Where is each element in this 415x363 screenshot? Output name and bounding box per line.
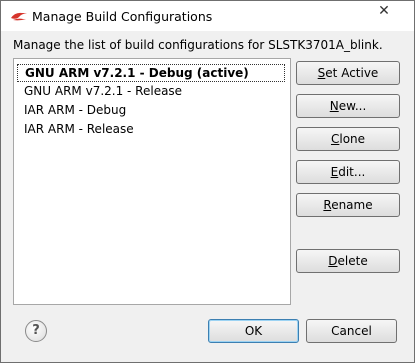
delete-button[interactable]: Delete — [296, 249, 400, 273]
rename-button[interactable]: Rename — [296, 193, 400, 217]
list-item[interactable]: GNU ARM v7.2.1 - Release — [17, 82, 285, 100]
list-item[interactable]: IAR ARM - Debug — [17, 101, 285, 119]
app-icon — [11, 12, 27, 21]
cancel-button[interactable]: Cancel — [306, 319, 397, 343]
list-item-label: GNU ARM v7.2.1 - Release — [24, 84, 183, 98]
list-item[interactable]: IAR ARM - Release — [17, 120, 285, 138]
new-button[interactable]: New... — [296, 94, 400, 118]
list-item-label: IAR ARM - Debug — [24, 103, 127, 117]
set-active-button[interactable]: Set Active — [296, 61, 400, 85]
close-icon: ✕ — [378, 3, 390, 19]
title-bar[interactable]: Manage Build Configurations ✕ — [1, 1, 414, 31]
edit-button[interactable]: Edit... — [296, 160, 400, 184]
configuration-list[interactable]: GNU ARM v7.2.1 - Debug (active) GNU ARM … — [13, 58, 291, 305]
help-icon[interactable]: ? — [25, 320, 47, 342]
dialog-description: Manage the list of build configurations … — [13, 38, 383, 52]
window-title: Manage Build Configurations — [32, 9, 213, 24]
list-item-label: GNU ARM v7.2.1 - Debug (active) — [25, 66, 249, 80]
ok-button[interactable]: OK — [208, 319, 299, 343]
close-button[interactable]: ✕ — [363, 1, 405, 21]
list-item[interactable]: GNU ARM v7.2.1 - Debug (active) — [17, 64, 285, 82]
dialog-window: Manage Build Configurations ✕ Manage the… — [0, 0, 415, 363]
clone-button[interactable]: Clone — [296, 127, 400, 151]
list-item-label: IAR ARM - Release — [24, 122, 134, 136]
